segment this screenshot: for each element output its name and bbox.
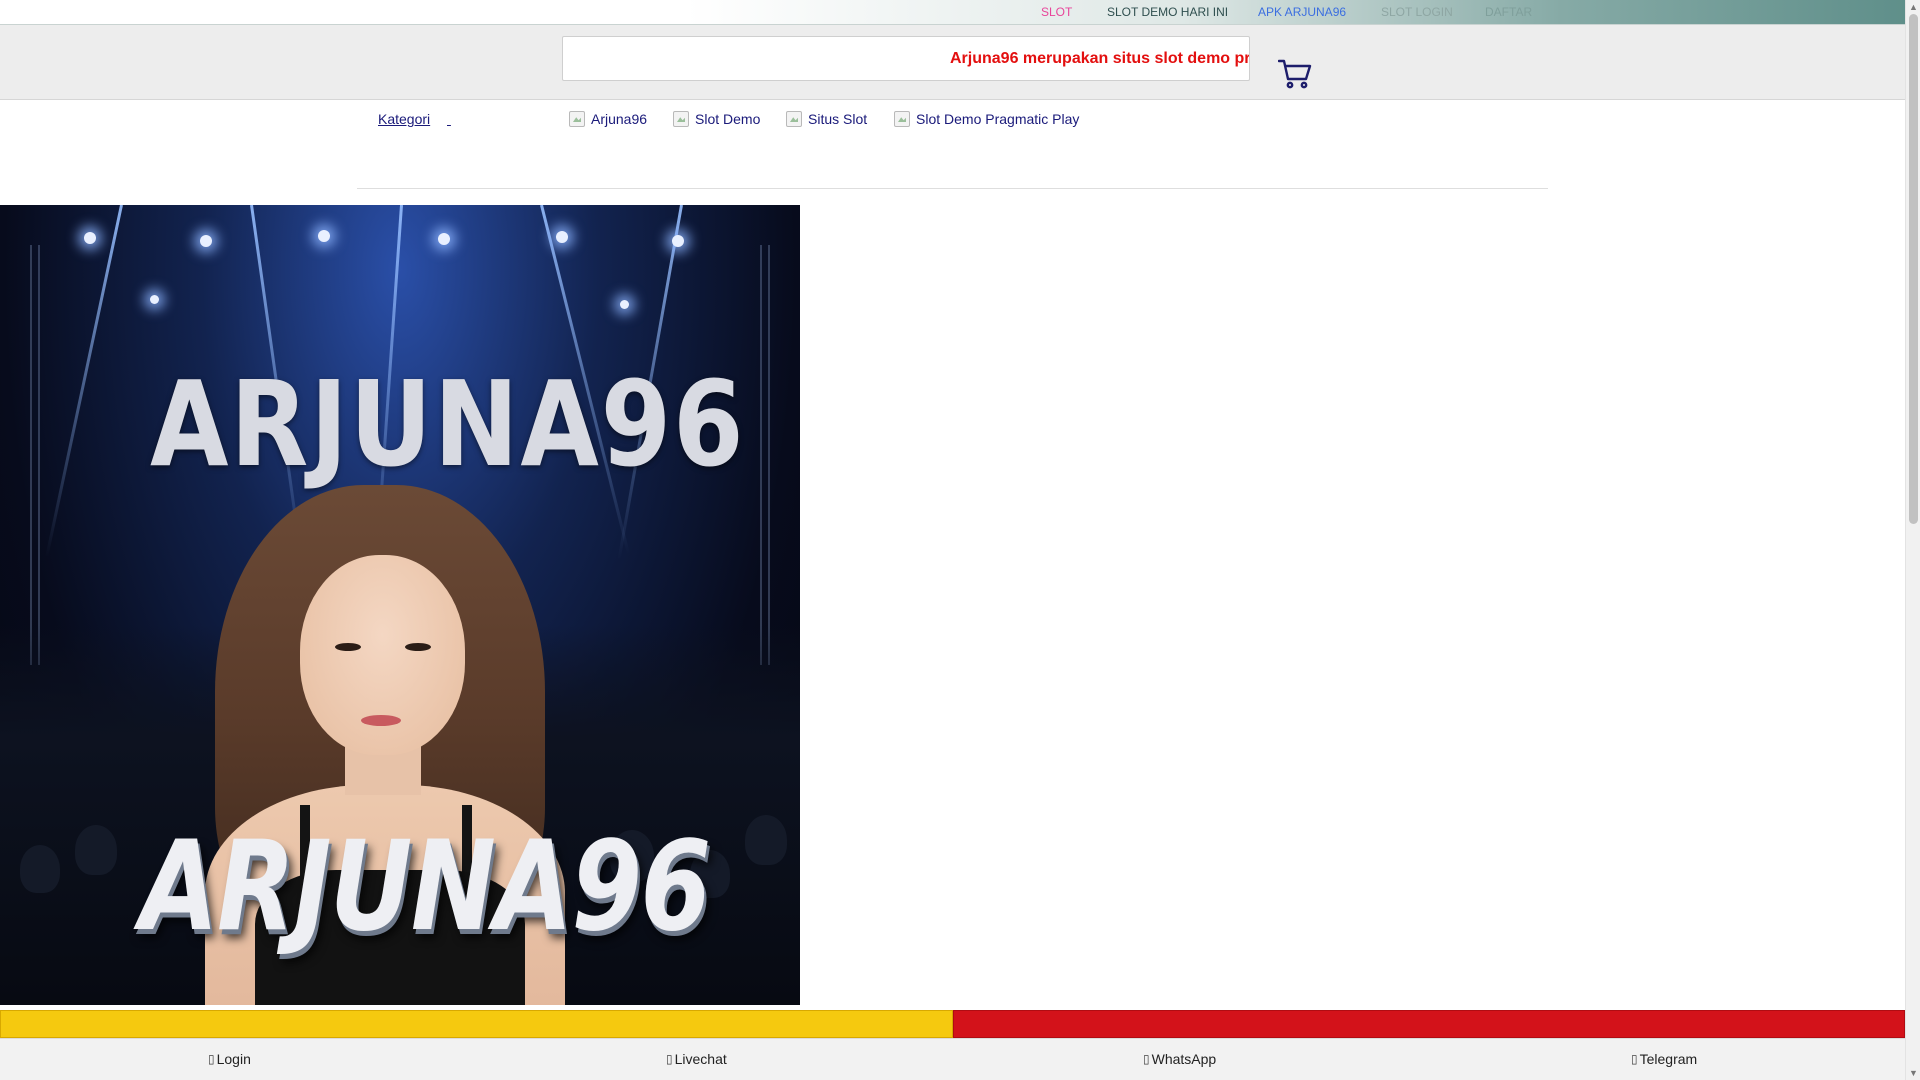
broken-image-icon (569, 111, 585, 127)
light-beam (45, 205, 123, 558)
bottom-nav-label: Login (216, 1051, 251, 1067)
top-link-slot[interactable]: SLOT (1041, 5, 1072, 19)
stage-light (620, 300, 629, 309)
crowd-head (745, 815, 787, 865)
stage-light (318, 230, 330, 242)
top-link-apk-arjuna96[interactable]: APK ARJUNA96 (1258, 5, 1346, 19)
stage-light (438, 233, 450, 245)
figure-eye (335, 643, 361, 651)
nav-item-situs-slot[interactable]: Situs Slot (786, 111, 867, 127)
action-buttons (0, 1010, 1905, 1038)
nav-item-slot-demo-pragmatic-play[interactable]: Slot Demo Pragmatic Play (894, 111, 1079, 127)
stage-light (84, 232, 96, 244)
nav-divider (357, 188, 1548, 189)
stage-light (200, 235, 212, 247)
scroll-up-arrow-icon[interactable]: ▲ (1909, 2, 1918, 12)
nav-item-arjuna96[interactable]: Arjuna96 (569, 111, 647, 127)
hero-image[interactable]: ARJUNA96 ARJUNA96 (0, 205, 800, 1005)
bottom-nav-livechat[interactable]: ▯ Livechat (666, 1051, 727, 1067)
vertical-scrollbar[interactable]: ▲ ▼ (1905, 0, 1920, 1080)
scrollbar-thumb[interactable] (1909, 14, 1918, 524)
top-link-daftar[interactable]: DAFTAR (1485, 5, 1532, 19)
hero-logo-text: ARJUNA96 (140, 815, 711, 959)
bottom-nav-label: Telegram (1639, 1051, 1698, 1067)
figure-lips (361, 715, 401, 726)
nav-item-label: Arjuna96 (591, 111, 648, 127)
broken-image-icon (786, 111, 802, 127)
stage-light (556, 231, 568, 243)
nav-item-label: Slot Demo Pragmatic Play (916, 111, 1080, 127)
nav-item-label: Situs Slot (808, 111, 868, 127)
scroll-down-arrow-icon[interactable]: ▼ (1909, 1068, 1918, 1078)
header: Arjuna96 merupakan situs slot demo pragm… (0, 25, 1905, 100)
nav-item-slot-demo[interactable]: Slot Demo (673, 111, 760, 127)
crowd-head (20, 845, 60, 893)
cart-icon[interactable] (1278, 58, 1312, 90)
register-banner-button[interactable] (953, 1010, 1905, 1038)
marquee-text: Arjuna96 merupakan situs slot demo pragm… (950, 50, 1250, 67)
kategori-link[interactable]: Kategori (378, 111, 430, 127)
bottom-nav-login[interactable]: ▯ Login (208, 1051, 251, 1067)
whatsapp-icon: ▯ (1143, 1052, 1150, 1066)
top-link-slot-login[interactable]: SLOT LOGIN (1381, 5, 1453, 19)
search-box[interactable]: Arjuna96 merupakan situs slot demo pragm… (562, 36, 1250, 81)
bottom-nav: ▯ Login ▯ Livechat ▯ WhatsApp ▯ Telegram (0, 1038, 1905, 1080)
top-link-slot-demo-hari-ini[interactable]: SLOT DEMO HARI INI (1107, 5, 1228, 19)
top-links-bar: SLOT SLOT DEMO HARI INI APK ARJUNA96 SLO… (0, 0, 1905, 25)
nav-item-label: Slot Demo (695, 111, 761, 127)
bottom-nav-telegram[interactable]: ▯ Telegram (1631, 1051, 1697, 1067)
bottom-nav-label: WhatsApp (1151, 1051, 1217, 1067)
chat-icon: ▯ (666, 1052, 673, 1066)
crowd-head (75, 825, 117, 875)
bottom-nav-label: Livechat (674, 1051, 727, 1067)
broken-image-icon (673, 111, 689, 127)
kategori-dropdown-icon[interactable] (447, 111, 451, 127)
bottom-nav-whatsapp[interactable]: ▯ WhatsApp (1143, 1051, 1216, 1067)
hero-backdrop-text: ARJUNA96 (150, 355, 746, 493)
login-banner-button[interactable] (0, 1010, 953, 1038)
stage-light (672, 235, 684, 247)
telegram-icon: ▯ (1631, 1052, 1638, 1066)
category-nav: Kategori Arjuna96 Slot Demo Situs Slot S… (0, 100, 1905, 188)
page: SLOT SLOT DEMO HARI INI APK ARJUNA96 SLO… (0, 0, 1905, 1080)
stage-truss (760, 245, 770, 665)
figure-eye (405, 643, 431, 651)
broken-image-icon (894, 111, 910, 127)
login-icon: ▯ (208, 1052, 215, 1066)
stage-light (150, 295, 159, 304)
stage-truss (30, 245, 40, 665)
